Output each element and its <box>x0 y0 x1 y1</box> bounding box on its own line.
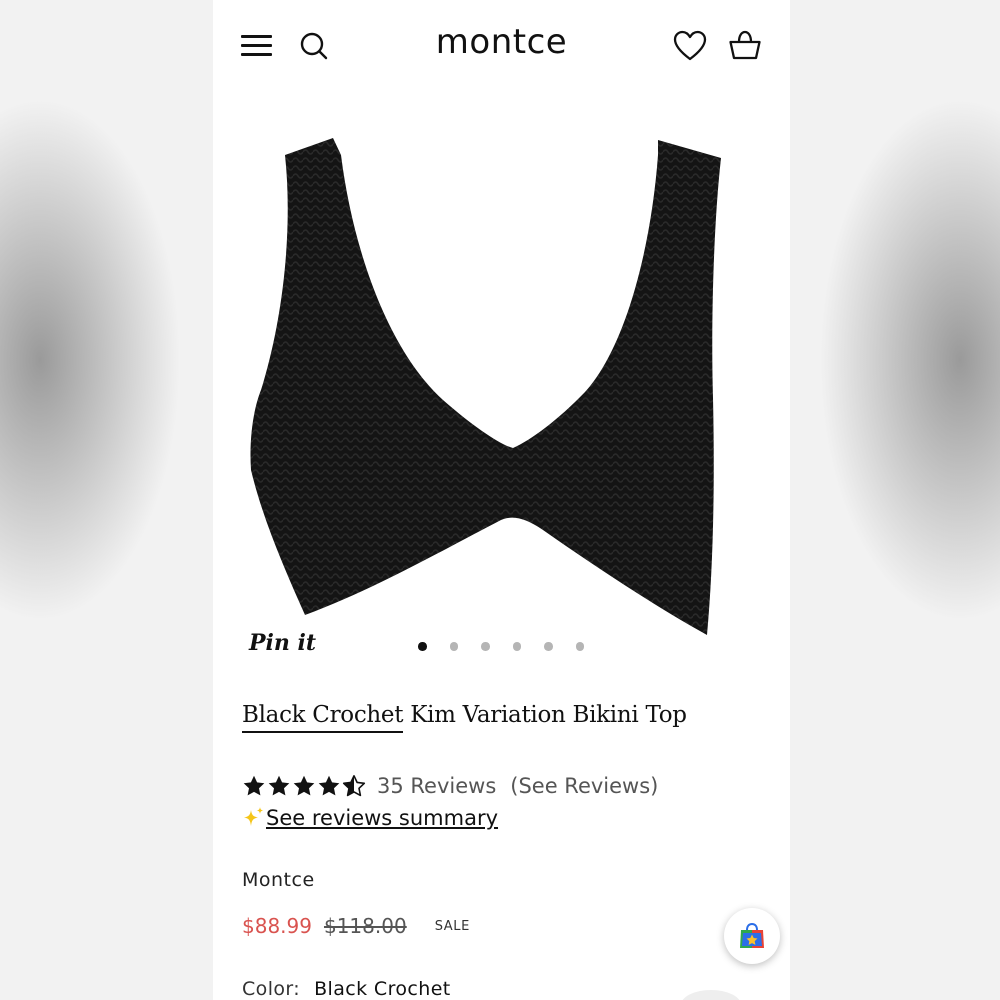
price-row: $88.99 $118.00 SALE <box>242 911 470 941</box>
brand-name: Montce <box>242 869 315 891</box>
rating-row: 35 Reviews (See Reviews) <box>242 770 658 802</box>
sparkle-icon <box>244 807 264 826</box>
carousel-dot[interactable] <box>512 642 521 651</box>
site-header: montce <box>213 0 790 92</box>
carousel-dot[interactable] <box>449 642 458 651</box>
partial-overlay-shape <box>681 990 741 1000</box>
color-selector-row: Color: Black Crochet <box>242 978 451 1000</box>
reviews-summary-link[interactable]: See reviews summary <box>266 806 498 830</box>
sale-badge: SALE <box>434 918 470 934</box>
star-full-icon <box>243 775 265 796</box>
pin-it-button[interactable]: Pin it <box>249 630 316 656</box>
color-label: Color: <box>242 978 301 1000</box>
star-full-icon <box>293 775 315 796</box>
shopping-bag-star-icon <box>740 922 764 948</box>
color-value: Black Crochet <box>314 978 451 1000</box>
mobile-page: montce Pin it Black Crochet Kim Variatio… <box>213 0 790 1000</box>
carousel-dot[interactable] <box>418 642 427 651</box>
star-full-icon <box>268 775 290 796</box>
product-title-rest: Kim Variation Bikini Top <box>403 702 687 728</box>
star-half-icon <box>342 775 366 797</box>
star-rating[interactable] <box>242 774 366 798</box>
bikini-top-garment <box>250 138 721 635</box>
product-image[interactable] <box>213 100 790 660</box>
product-title: Black Crochet Kim Variation Bikini Top <box>242 702 687 733</box>
shopping-assistant-button[interactable] <box>724 908 780 964</box>
product-title-link[interactable]: Black Crochet <box>242 702 404 733</box>
see-reviews-link[interactable]: (See Reviews) <box>510 774 658 798</box>
reviews-summary-row: See reviews summary <box>240 801 498 835</box>
review-count[interactable]: 35 Reviews <box>377 774 496 798</box>
star-full-icon <box>318 775 340 796</box>
carousel-dot[interactable] <box>481 642 490 651</box>
sale-price: $88.99 <box>242 914 312 938</box>
original-price: $118.00 <box>323 914 407 938</box>
carousel-dot[interactable] <box>575 642 584 651</box>
basket-icon[interactable] <box>728 29 762 61</box>
heart-icon[interactable] <box>673 30 707 62</box>
carousel-dots <box>418 642 584 652</box>
carousel-dot[interactable] <box>544 642 553 651</box>
